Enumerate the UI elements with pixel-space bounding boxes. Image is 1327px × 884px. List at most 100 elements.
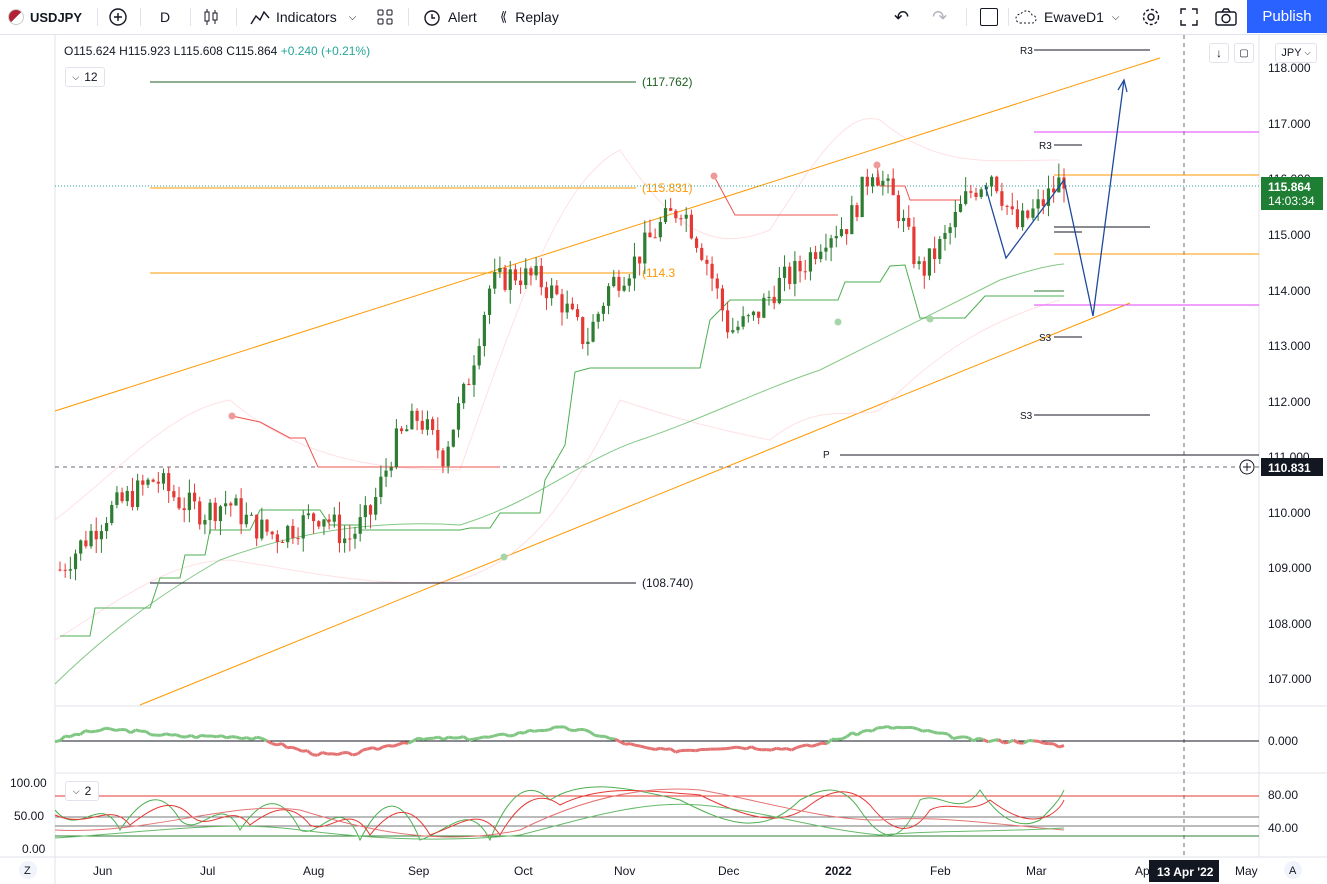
oscillator-segment xyxy=(402,741,409,745)
gear-icon xyxy=(1142,8,1160,26)
candle-body xyxy=(348,538,352,540)
redo-button[interactable]: ↷ xyxy=(932,0,947,34)
candle-body xyxy=(575,309,580,318)
auto-scale-label: A xyxy=(1289,865,1297,877)
indicators-label: Indicators xyxy=(276,9,337,25)
candle-body xyxy=(943,232,947,239)
publish-button[interactable]: Publish xyxy=(1247,0,1327,33)
candle-body xyxy=(731,330,735,333)
maximize-pane-button[interactable]: ▢ xyxy=(1234,43,1254,63)
time-axis[interactable]: Jun Jul Aug Sep Oct Nov Dec 2022 Feb Mar… xyxy=(93,864,1258,878)
oscillator-segment xyxy=(503,732,510,738)
fullscreen-button[interactable] xyxy=(1180,0,1198,34)
candle-body xyxy=(689,214,693,239)
candle-body xyxy=(265,519,269,532)
chart-canvas[interactable]: (117.762) (115.831) (114.3 (108.740) R3 … xyxy=(0,35,1327,884)
level-114-label: (114.3 xyxy=(642,266,675,280)
replay-label: Replay xyxy=(515,9,559,25)
stoch-k-line xyxy=(54,786,1065,842)
candle-body xyxy=(638,256,642,264)
oscillator-segment xyxy=(337,751,344,756)
candle-body xyxy=(555,285,559,295)
oscillator-segment xyxy=(588,730,596,737)
interval-button[interactable]: D xyxy=(160,0,170,34)
snapshot-button[interactable] xyxy=(1215,0,1237,34)
settings-button[interactable] xyxy=(1141,0,1161,34)
oscillator-segment xyxy=(942,731,949,736)
sar-dot xyxy=(873,161,881,169)
oscillator-segment xyxy=(296,747,303,753)
candle-body xyxy=(901,217,906,222)
candle-body xyxy=(301,515,305,539)
oscillator-segment xyxy=(675,749,682,754)
candle-body xyxy=(291,525,295,539)
candle-body xyxy=(938,238,942,260)
currency-label: JPY xyxy=(1281,47,1302,59)
oscillator-segment xyxy=(811,743,818,748)
candle-body xyxy=(989,176,994,187)
candles-group xyxy=(58,163,1066,581)
countdown-tag: 14:03:34 xyxy=(1268,194,1315,208)
candle-body xyxy=(141,480,145,485)
alert-button[interactable]: Alert xyxy=(422,0,477,34)
compare-button[interactable] xyxy=(108,0,128,34)
pivot-r3-label: R3 xyxy=(1039,141,1052,152)
currency-select[interactable]: JPY ⌵ xyxy=(1275,43,1317,63)
price-tick: 114.000 xyxy=(1268,284,1311,298)
level-108-label: (108.740) xyxy=(642,576,693,590)
replay-button[interactable]: ⟪ Replay xyxy=(500,0,559,34)
candle-body xyxy=(327,519,331,522)
oscillator-segment xyxy=(488,734,495,739)
symbol-search[interactable]: USDJPY xyxy=(8,0,82,34)
redo-icon: ↷ xyxy=(932,6,948,27)
oscillator-segment xyxy=(882,725,888,730)
candle-body xyxy=(456,403,461,430)
price-tick: 115.000 xyxy=(1268,228,1311,242)
candle-body xyxy=(446,446,450,467)
candle-body xyxy=(570,303,574,310)
sub-indicators-collapse-button[interactable]: ⌵ 2 xyxy=(65,781,99,801)
undo-button[interactable]: ↶ xyxy=(894,0,909,34)
candle-body xyxy=(860,176,864,218)
oscillator-segment xyxy=(442,735,450,741)
candle-body xyxy=(596,313,600,322)
candle-body xyxy=(663,208,668,223)
candle-body xyxy=(751,311,756,316)
candle-body xyxy=(891,178,895,196)
layout-button[interactable]: EwaveD1 ⌵ xyxy=(1014,0,1120,34)
candle-body xyxy=(591,321,595,342)
indicators-button[interactable]: Indicators ⌵ xyxy=(250,0,356,34)
oscillator-segment xyxy=(306,749,314,756)
chart-type-button[interactable] xyxy=(202,0,220,34)
candle-body xyxy=(343,538,347,544)
candle-body xyxy=(477,346,481,366)
oscillator-segment xyxy=(115,728,121,732)
oscillator-segment xyxy=(619,740,626,746)
candle-body xyxy=(192,492,197,502)
indicators-collapse-button[interactable]: ⌵ 12 xyxy=(65,67,105,87)
sar-dot xyxy=(500,553,508,561)
oscillator-segment xyxy=(54,739,61,744)
templates-button[interactable] xyxy=(376,0,394,34)
scroll-to-realtime-button[interactable]: ↓ xyxy=(1209,43,1229,63)
wave-projection-line[interactable] xyxy=(984,79,1125,317)
stoch-right-tick: 40.00 xyxy=(1268,821,1298,835)
oscillator-segment xyxy=(518,730,525,735)
oscillator-segment xyxy=(271,742,278,747)
oscillator-segment xyxy=(594,733,601,738)
channel-lower-line[interactable] xyxy=(139,302,1131,706)
flag-icon xyxy=(8,9,24,25)
oscillator-segment xyxy=(867,728,873,733)
oscillator-segment xyxy=(770,746,777,752)
oscillator-segment xyxy=(281,742,289,749)
time-tick: May xyxy=(1235,864,1258,878)
candle-body xyxy=(425,419,430,430)
fullscreen-toggle-button[interactable] xyxy=(980,0,998,34)
candle-body xyxy=(746,315,750,317)
oscillator-segment xyxy=(912,726,919,731)
price-axis[interactable]: 118.000 117.000 116.000 115.000 114.000 … xyxy=(1268,61,1312,686)
candle-body xyxy=(1041,199,1045,206)
candle-body xyxy=(172,491,176,498)
candle-body xyxy=(648,232,652,238)
oscillator-segment xyxy=(922,728,929,733)
